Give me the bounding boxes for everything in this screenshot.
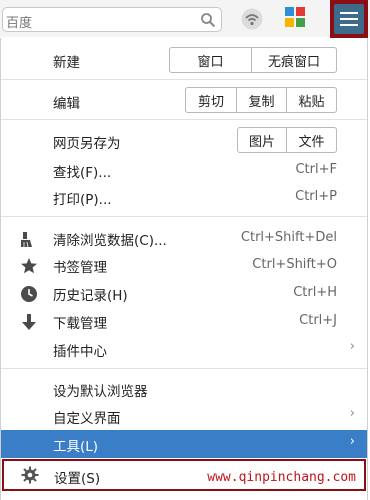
print-shortcut: Ctrl+P xyxy=(295,189,337,204)
new-window-button[interactable]: 窗口 xyxy=(170,48,251,72)
download-arrow-icon xyxy=(22,314,36,330)
save-as-button-group: 图片 文件 xyxy=(237,127,337,153)
broom-icon xyxy=(21,232,32,248)
watermark-text: www.qinpinchang.com xyxy=(207,470,356,485)
menu-item-default-browser[interactable]: 设为默认浏览器 xyxy=(1,375,367,403)
clear-data-label: 清除浏览数据(C)... xyxy=(53,233,167,249)
browser-toolbar: 百度 xyxy=(0,0,370,38)
menu-icon xyxy=(334,4,364,34)
save-as-label: 网页另存为 xyxy=(53,136,121,152)
tools-label: 工具(L) xyxy=(53,439,99,455)
menu-item-downloads[interactable]: 下载管理 Ctrl+J xyxy=(1,307,367,335)
clock-icon xyxy=(21,286,37,302)
default-browser-label: 设为默认浏览器 xyxy=(53,384,148,400)
new-incognito-button[interactable]: 无痕窗口 xyxy=(251,48,336,72)
separator xyxy=(1,119,367,120)
search-icon[interactable] xyxy=(200,12,216,28)
bookmarks-shortcut: Ctrl+Shift+O xyxy=(252,257,337,272)
menu-item-find[interactable]: 查找(F)... Ctrl+F xyxy=(1,156,367,184)
customize-label: 自定义界面 xyxy=(53,411,121,427)
copy-button[interactable]: 复制 xyxy=(236,88,286,112)
main-menu-button[interactable] xyxy=(330,0,368,38)
bookmarks-label: 书签管理 xyxy=(53,260,107,276)
menu-item-save-as: 网页另存为 图片 文件 xyxy=(1,127,367,155)
save-file-button[interactable]: 文件 xyxy=(286,128,336,152)
separator xyxy=(1,216,367,217)
main-menu: 新建 窗口 无痕窗口 编辑 剪切 复制 粘贴 网页另存为 图片 文件 查找(F)… xyxy=(0,38,368,500)
search-engine-text: 百度 xyxy=(6,16,33,31)
plugins-label: 插件中心 xyxy=(53,344,107,360)
menu-item-history[interactable]: 历史记录(H) Ctrl+H xyxy=(1,279,367,307)
menu-item-settings[interactable]: 设置(S) www.qinpinchang.com xyxy=(2,459,366,491)
menu-item-tools[interactable]: 工具(L) › xyxy=(1,430,367,458)
separator xyxy=(1,368,367,369)
separator xyxy=(1,79,367,80)
history-shortcut: Ctrl+H xyxy=(293,285,337,300)
menu-item-new: 新建 窗口 无痕窗口 xyxy=(1,46,367,74)
save-image-button[interactable]: 图片 xyxy=(238,128,286,152)
find-label: 查找(F)... xyxy=(53,165,112,181)
search-input[interactable]: 百度 xyxy=(2,7,222,32)
settings-label: 设置(S) xyxy=(54,471,101,487)
downloads-label: 下载管理 xyxy=(53,316,107,332)
new-label: 新建 xyxy=(53,55,80,71)
star-icon xyxy=(21,258,37,274)
find-shortcut: Ctrl+F xyxy=(295,162,337,177)
new-button-group: 窗口 无痕窗口 xyxy=(169,47,337,73)
edit-button-group: 剪切 复制 粘贴 xyxy=(185,87,337,113)
chevron-right-icon: › xyxy=(349,434,355,449)
paste-button[interactable]: 粘贴 xyxy=(286,88,336,112)
clear-data-shortcut: Ctrl+Shift+Del xyxy=(240,230,337,245)
menu-item-edit: 编辑 剪切 复制 粘贴 xyxy=(1,87,367,115)
app-grid-icon[interactable] xyxy=(285,7,307,29)
wifi-icon[interactable] xyxy=(240,8,264,30)
menu-item-clear-data[interactable]: 清除浏览数据(C)... Ctrl+Shift+Del xyxy=(1,224,367,252)
chevron-right-icon: › xyxy=(349,406,355,421)
edit-label: 编辑 xyxy=(53,96,80,112)
gear-icon xyxy=(21,466,39,484)
menu-item-print[interactable]: 打印(P)... Ctrl+P xyxy=(1,183,367,211)
chevron-right-icon: › xyxy=(349,339,355,354)
history-label: 历史记录(H) xyxy=(53,288,128,304)
downloads-shortcut: Ctrl+J xyxy=(299,313,337,328)
print-label: 打印(P)... xyxy=(53,192,112,208)
cut-button[interactable]: 剪切 xyxy=(186,88,236,112)
menu-item-customize[interactable]: 自定义界面 › xyxy=(1,402,367,430)
menu-item-bookmarks[interactable]: 书签管理 Ctrl+Shift+O xyxy=(1,251,367,279)
menu-item-plugins[interactable]: 插件中心 › xyxy=(1,335,367,363)
